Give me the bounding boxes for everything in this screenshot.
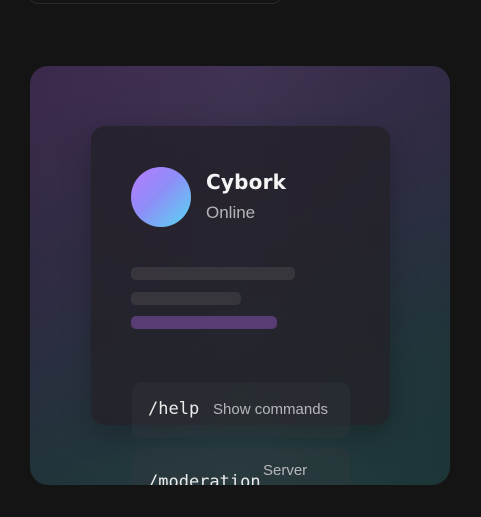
command-description: Server xyxy=(263,462,308,479)
bot-name: Cybork xyxy=(206,170,287,194)
command-name: /moderation xyxy=(148,472,261,485)
command-description: Show commands xyxy=(213,401,329,418)
command-item-moderation[interactable]: /moderation Server xyxy=(132,448,350,485)
placeholder-line xyxy=(131,267,295,280)
bot-profile-card: Cybork Online xyxy=(91,126,390,425)
placeholder-line-accent xyxy=(131,316,277,329)
top-input-field[interactable] xyxy=(28,0,282,4)
bot-status: Online xyxy=(206,203,256,222)
command-name: /help xyxy=(148,399,200,419)
command-item-help[interactable]: /help Show commands xyxy=(132,382,350,438)
placeholder-line xyxy=(131,292,241,305)
bot-showcase-panel: Cybork Online /help Show commands /moder… xyxy=(30,66,450,485)
avatar xyxy=(131,167,191,227)
